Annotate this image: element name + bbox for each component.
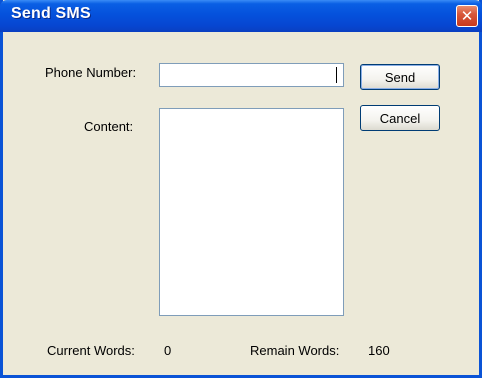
content-label: Content: [84,119,134,134]
phone-number-input[interactable] [159,63,344,87]
cancel-button[interactable]: Cancel [360,105,440,131]
phone-number-label: Phone Number: [45,65,137,80]
window-title: Send SMS [11,5,91,22]
title-bar[interactable]: Send SMS ✕ [0,0,482,32]
send-button[interactable]: Send [360,64,440,90]
content-textarea[interactable] [159,108,344,316]
send-sms-dialog: Send SMS ✕ Phone Number: Content: Send C… [0,0,482,378]
current-words-value: 0 [164,343,172,358]
remain-words-label: Remain Words: [250,343,340,358]
close-icon: ✕ [460,7,474,25]
current-words-label: Current Words: [47,343,135,358]
text-caret [336,67,337,83]
remain-words-value: 160 [368,343,390,358]
close-button[interactable]: ✕ [456,5,478,27]
